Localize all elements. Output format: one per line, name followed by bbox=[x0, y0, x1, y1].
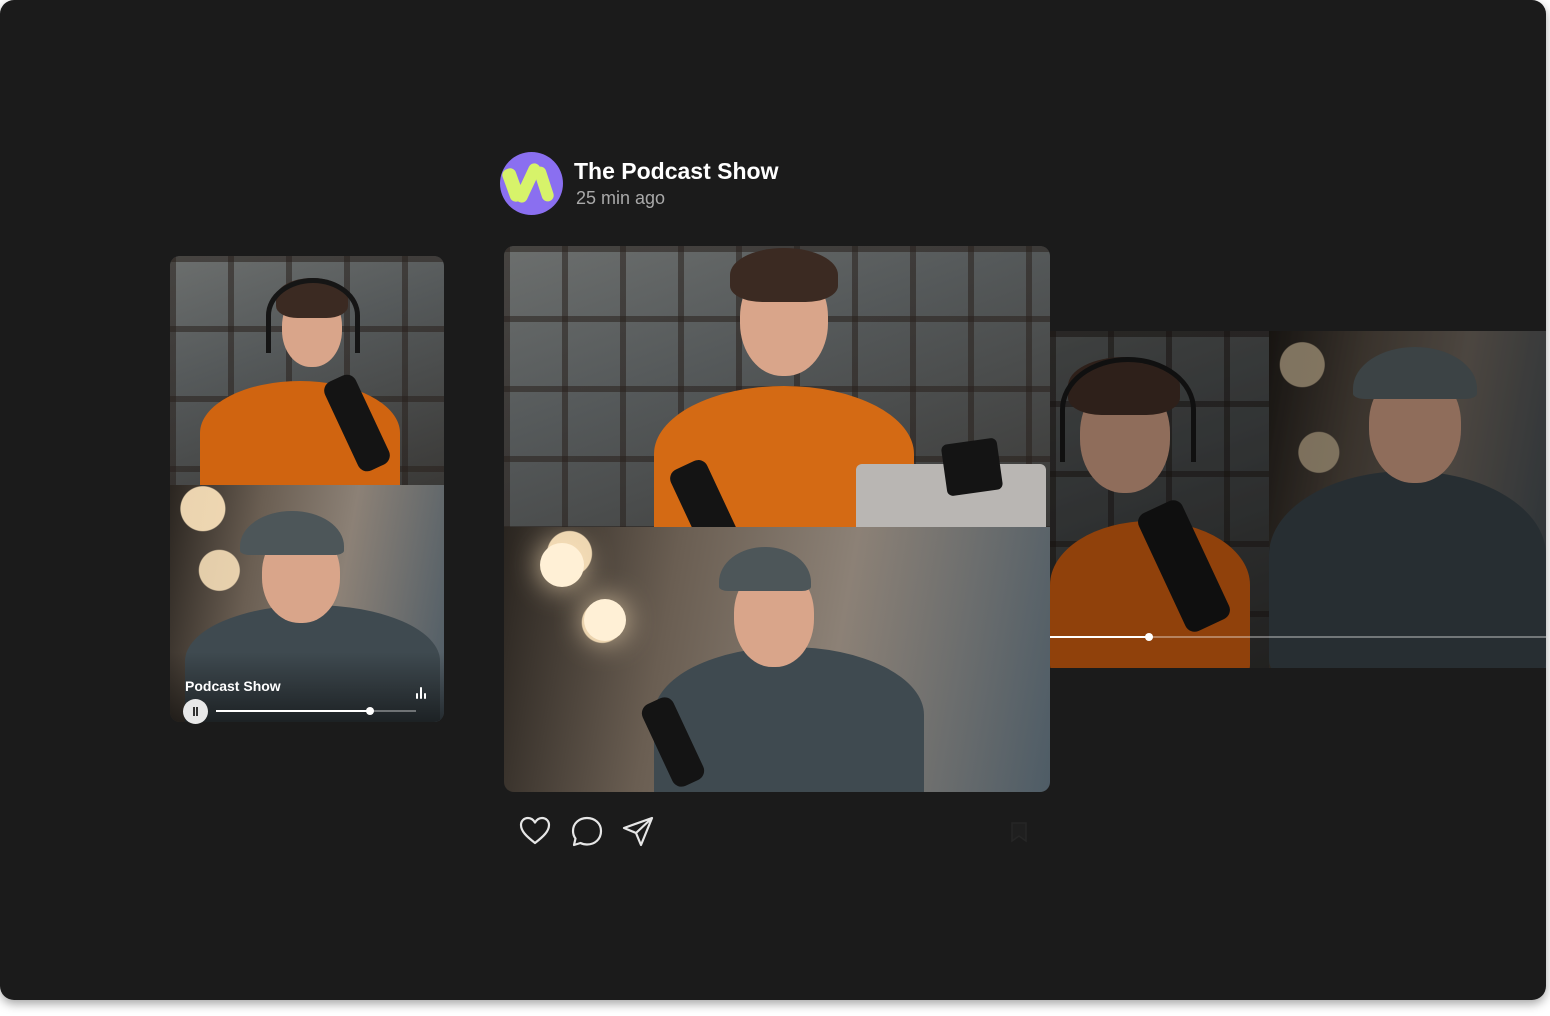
pause-icon[interactable] bbox=[183, 699, 208, 724]
main-top-frame bbox=[504, 246, 1050, 527]
waveform-icon[interactable] bbox=[416, 687, 428, 699]
channel-avatar[interactable] bbox=[500, 152, 563, 215]
left-progress-bar[interactable] bbox=[216, 707, 416, 715]
bookmark-icon[interactable] bbox=[1007, 820, 1031, 844]
share-icon[interactable] bbox=[620, 814, 656, 850]
right-video-card[interactable] bbox=[1050, 331, 1546, 668]
progress-knob[interactable] bbox=[366, 707, 374, 715]
app-window: The Podcast Show 25 min ago Podcast Show bbox=[0, 0, 1546, 1000]
comment-icon[interactable] bbox=[570, 815, 604, 849]
heart-icon[interactable] bbox=[518, 815, 552, 847]
post-author[interactable]: The Podcast Show bbox=[574, 158, 778, 185]
phone bbox=[940, 437, 1004, 497]
right-progress-bar[interactable] bbox=[1050, 633, 1546, 641]
main-bottom-frame bbox=[504, 527, 1050, 792]
left-top-frame bbox=[170, 256, 444, 485]
post-timestamp: 25 min ago bbox=[576, 188, 666, 208]
player-title: Podcast Show bbox=[185, 678, 281, 694]
left-video-card[interactable] bbox=[170, 256, 444, 722]
main-video-card[interactable] bbox=[504, 246, 1050, 792]
